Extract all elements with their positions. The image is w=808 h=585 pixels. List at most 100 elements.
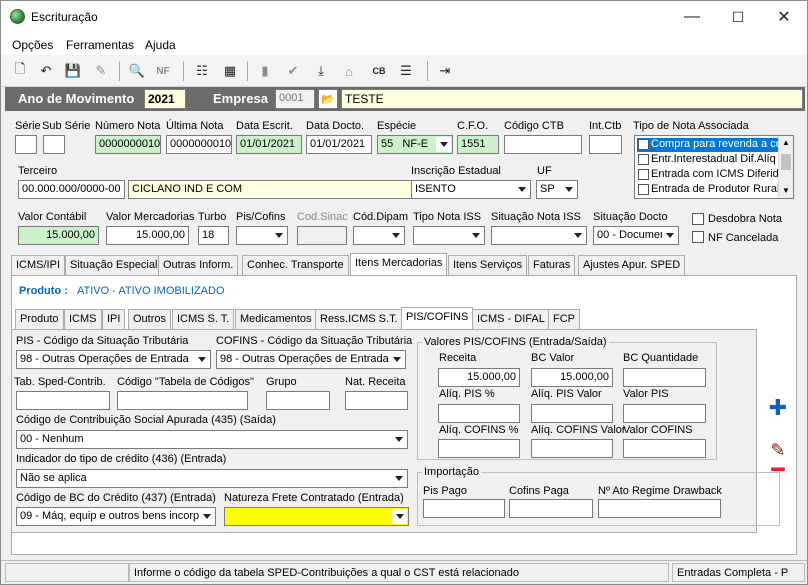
- receita-field[interactable]: 15.000,00: [438, 368, 520, 387]
- tab-pis-cofins[interactable]: PIS/COFINS: [401, 307, 474, 329]
- desdobra-checkbox[interactable]: [692, 213, 704, 225]
- tab-codigos-field[interactable]: [117, 391, 248, 410]
- nat-receita-field[interactable]: [345, 391, 408, 410]
- tab-faturas[interactable]: Faturas: [528, 255, 576, 275]
- tab-conhec-transporte[interactable]: Conhec. Transporte: [242, 255, 349, 275]
- situacaoiss-select[interactable]: [491, 226, 587, 245]
- checkbox[interactable]: [638, 184, 649, 195]
- tipo-nota-item[interactable]: Entr.Interestadual Dif.Alíq: [637, 153, 779, 167]
- tiponotaiss-select[interactable]: [413, 226, 485, 245]
- exit-icon[interactable]: ⇥: [435, 61, 455, 81]
- chevron-down-icon[interactable]: ▼: [782, 186, 790, 195]
- chevron-down-icon[interactable]: [194, 352, 209, 367]
- tab-medicamentos[interactable]: Medicamentos: [235, 309, 317, 329]
- checkbox[interactable]: [638, 139, 649, 150]
- menu-ferramentas[interactable]: Ferramentas: [66, 38, 134, 52]
- aliq-pis-valor-field[interactable]: [531, 404, 613, 423]
- minimize-button[interactable]: —: [669, 1, 715, 33]
- valor-cofins-field[interactable]: [623, 439, 706, 458]
- delete-icon[interactable]: ✎: [91, 61, 111, 81]
- terceiro-cnpj-field[interactable]: 00.000.000/0000-00: [18, 180, 125, 199]
- chevron-down-icon[interactable]: [561, 182, 576, 197]
- tab-outras-inform[interactable]: Outras Inform.: [158, 255, 239, 275]
- open-folder-icon[interactable]: 📂: [318, 89, 338, 109]
- maximize-button[interactable]: ☐: [715, 1, 761, 33]
- undo-icon[interactable]: ↶: [36, 61, 56, 81]
- tab-icms-st[interactable]: ICMS S. T.: [172, 309, 235, 329]
- tipo-nota-listbox[interactable]: Compra para revenda a co Entr.Interestad…: [634, 135, 794, 199]
- tab-icms-difal[interactable]: ICMS - DIFAL: [472, 309, 550, 329]
- pis-pago-field[interactable]: [423, 499, 505, 518]
- chevron-down-icon[interactable]: [391, 432, 406, 447]
- ato-field[interactable]: [598, 499, 721, 518]
- data-escrit-field[interactable]: 01/01/2021: [236, 135, 302, 154]
- serie-field[interactable]: [15, 135, 37, 154]
- aliq-cofins-valor-field[interactable]: [531, 439, 613, 458]
- listbox-scrollbar[interactable]: ▲ ▼: [778, 136, 793, 198]
- tab-situacao-especial[interactable]: Situação Especial: [65, 255, 163, 275]
- chevron-down-icon[interactable]: [271, 228, 286, 243]
- tab-ajustes-sped[interactable]: Ajustes Apur. SPED: [578, 255, 686, 275]
- especie-select[interactable]: 55 NF-E: [377, 135, 453, 154]
- coddipam-select[interactable]: [353, 226, 405, 245]
- tab-ress-icms-st[interactable]: Ress.ICMS S.T.: [315, 309, 403, 329]
- menu-opcoes[interactable]: Opções: [12, 38, 53, 52]
- valor-merc-field[interactable]: 15.000,00: [106, 226, 189, 245]
- nfe-icon[interactable]: NF: [153, 61, 173, 81]
- intctb-field[interactable]: [589, 135, 622, 154]
- grupo-field[interactable]: [266, 391, 330, 410]
- chevron-down-icon[interactable]: [388, 228, 403, 243]
- cst-pis-select[interactable]: 98 - Outras Operações de Entrada: [16, 350, 211, 369]
- close-button[interactable]: ✕: [761, 1, 807, 33]
- cancelada-checkbox[interactable]: [692, 231, 704, 243]
- cofins-paga-field[interactable]: [509, 499, 593, 518]
- valor-contabil-field[interactable]: 15.000,00: [18, 226, 99, 245]
- checkbox[interactable]: [638, 154, 649, 165]
- chevron-down-icon[interactable]: [662, 228, 677, 243]
- chevron-down-icon[interactable]: [389, 352, 404, 367]
- folder-icon[interactable]: ▮: [255, 61, 275, 81]
- subserie-field[interactable]: [43, 135, 65, 154]
- tab-outros[interactable]: Outros: [128, 309, 172, 329]
- tree-icon[interactable]: ☷: [192, 61, 212, 81]
- chevron-down-icon[interactable]: [391, 471, 406, 486]
- numero-field[interactable]: 0000000010: [95, 135, 161, 154]
- bc-credito-select[interactable]: 09 - Máq, equip e outros bens incorp: [16, 507, 216, 526]
- list-icon[interactable]: ☰: [396, 61, 416, 81]
- tipo-nota-item[interactable]: Compra para revenda a co: [637, 138, 779, 152]
- inscricao-select[interactable]: ISENTO: [411, 180, 531, 199]
- bc-qtd-field[interactable]: [623, 368, 706, 387]
- situacaodocto-select[interactable]: 00 - Documen: [593, 226, 679, 245]
- contrib-select[interactable]: 00 - Nenhum: [16, 430, 408, 449]
- cb-icon[interactable]: CB: [369, 61, 389, 81]
- credito-select[interactable]: Não se aplica: [16, 469, 408, 488]
- ano-field[interactable]: 2021: [144, 89, 186, 109]
- frete-select[interactable]: [224, 507, 409, 526]
- valor-pis-field[interactable]: [623, 404, 706, 423]
- chevron-down-icon[interactable]: [392, 509, 407, 524]
- tab-itens-servicos[interactable]: Itens Serviços: [448, 255, 528, 275]
- home-icon[interactable]: ⌂: [339, 61, 359, 81]
- tab-icms-ipi[interactable]: ICMS/IPI: [11, 255, 66, 275]
- save-icon[interactable]: 💾: [63, 61, 83, 81]
- chevron-down-icon[interactable]: [199, 509, 214, 524]
- tipo-nota-item[interactable]: Entrada de Produtor Rural: [637, 183, 779, 197]
- chevron-down-icon[interactable]: [570, 228, 585, 243]
- tipo-nota-item[interactable]: Entrada com ICMS Diferido: [637, 168, 779, 182]
- chevron-down-icon[interactable]: [514, 182, 529, 197]
- chevron-down-icon[interactable]: [436, 137, 451, 152]
- scroll-thumb[interactable]: [781, 154, 791, 170]
- tab-itens-mercadorias[interactable]: Itens Mercadorias: [350, 253, 448, 275]
- ctb-field[interactable]: [504, 135, 582, 154]
- preview-icon[interactable]: 🔍: [127, 61, 147, 81]
- menu-ajuda[interactable]: Ajuda: [145, 38, 176, 52]
- tab-produto[interactable]: Produto: [15, 309, 64, 329]
- checkbox[interactable]: [638, 169, 649, 180]
- tab-ipi[interactable]: IPI: [102, 309, 126, 329]
- bc-valor-field[interactable]: 15.000,00: [531, 368, 613, 387]
- cfo-field[interactable]: 1551: [457, 135, 499, 154]
- turbo-field[interactable]: 18: [198, 226, 229, 245]
- uf-select[interactable]: SP: [536, 180, 578, 199]
- check-icon[interactable]: ✔: [283, 61, 303, 81]
- empresa-code-field[interactable]: 0001: [275, 89, 315, 109]
